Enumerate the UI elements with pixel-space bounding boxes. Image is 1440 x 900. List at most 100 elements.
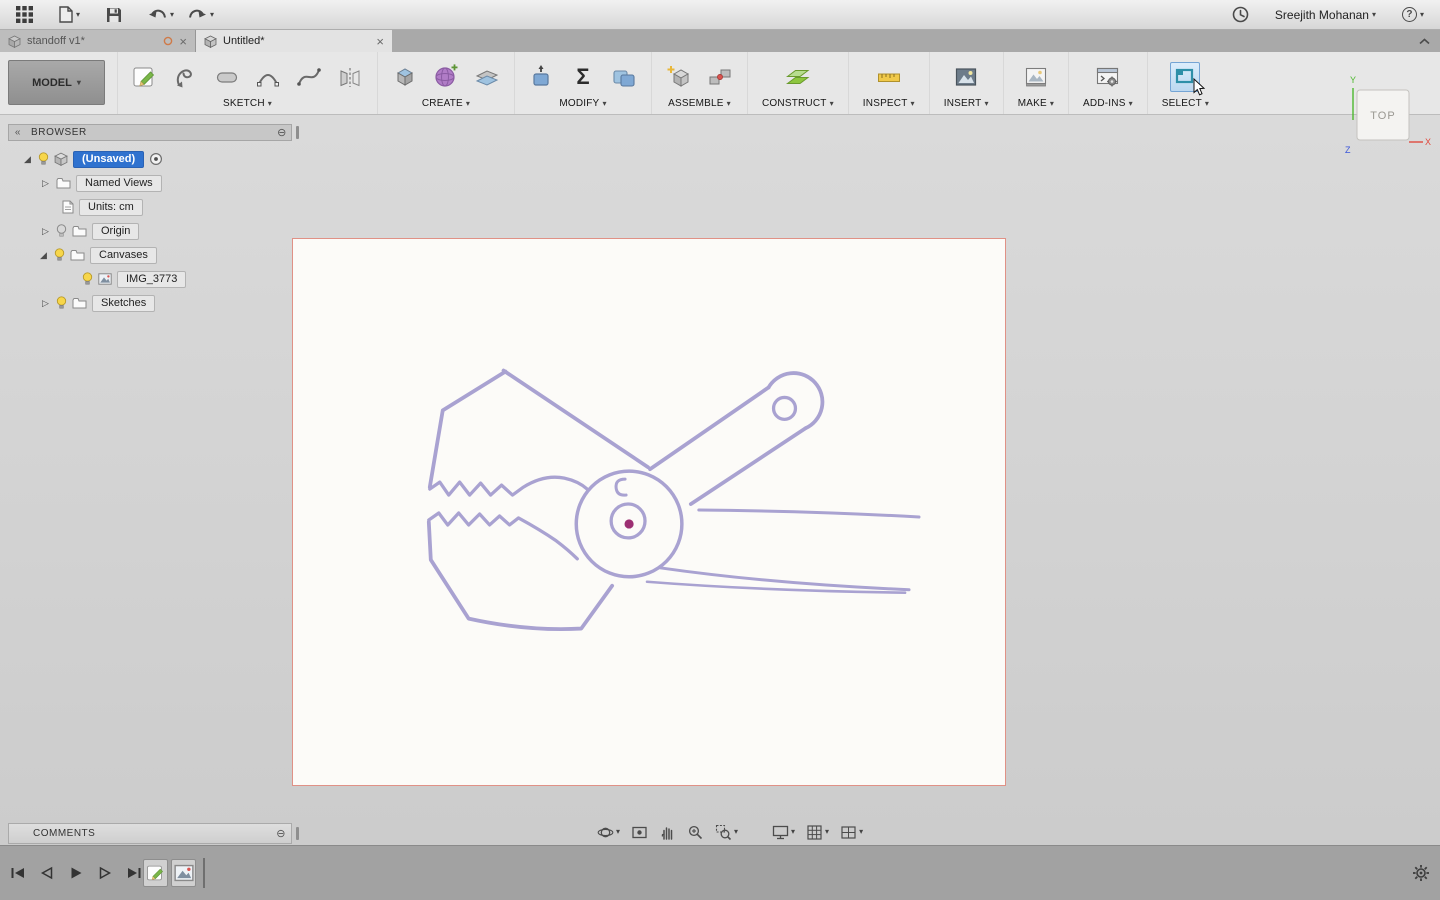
pattern-button[interactable] xyxy=(472,62,502,92)
group-dropdown-inspect[interactable]: INSPECT ▾ xyxy=(861,97,917,110)
tree-row-named-views[interactable]: ▷ Named Views xyxy=(8,171,186,195)
expander-open-icon[interactable]: ◢ xyxy=(38,250,49,261)
tab-standoff-v1[interactable]: standoff v1* × xyxy=(0,30,196,52)
tree-row-sketches[interactable]: ▷ Sketches xyxy=(8,291,186,315)
circle-minus-icon[interactable]: ⊖ xyxy=(273,126,291,139)
comments-scrollbar[interactable] xyxy=(296,827,299,840)
pan-button[interactable] xyxy=(658,823,677,842)
timeline-playhead[interactable] xyxy=(203,858,205,888)
tree-item-unsaved[interactable]: (Unsaved) xyxy=(73,150,145,168)
arc-icon xyxy=(257,74,279,87)
tree-item-origin[interactable]: Origin xyxy=(92,222,140,240)
undo-button[interactable]: ▾ xyxy=(144,6,178,24)
group-dropdown-construct[interactable]: CONSTRUCT ▾ xyxy=(760,97,836,110)
tree-row-canvases[interactable]: ◢ Canvases xyxy=(8,243,186,267)
play-button[interactable] xyxy=(66,863,86,883)
collapse-browser-icon[interactable]: « xyxy=(9,127,27,138)
expander-closed-icon[interactable]: ▷ xyxy=(40,226,51,237)
browser-scrollbar[interactable] xyxy=(296,126,299,139)
collapse-toolbar-button[interactable] xyxy=(1409,30,1440,52)
group-dropdown-addins[interactable]: ADD-INS ▾ xyxy=(1081,97,1135,110)
zoom-window-button[interactable]: ▾ xyxy=(714,823,739,842)
spline-button[interactable] xyxy=(294,62,324,92)
group-dropdown-assemble[interactable]: ASSEMBLE ▾ xyxy=(666,97,733,110)
expander-closed-icon[interactable]: ▷ xyxy=(40,298,51,309)
measure-button[interactable] xyxy=(874,62,904,92)
scripts-addins-button[interactable] xyxy=(1093,62,1123,92)
timeline-item-canvas[interactable] xyxy=(171,859,196,887)
tree-row-units[interactable]: Units: cm xyxy=(8,195,186,219)
save-button[interactable] xyxy=(102,5,126,25)
close-icon[interactable]: × xyxy=(179,35,187,48)
create-sketch-button[interactable] xyxy=(130,62,160,92)
tree-row-origin[interactable]: ▷ Origin xyxy=(8,219,186,243)
group-dropdown-modify[interactable]: MODIFY ▾ xyxy=(557,97,608,110)
tree-item-sketches[interactable]: Sketches xyxy=(92,294,156,312)
new-component-button[interactable] xyxy=(664,62,694,92)
tree-item-named-views[interactable]: Named Views xyxy=(76,174,162,192)
group-dropdown-make[interactable]: MAKE ▾ xyxy=(1016,97,1056,110)
tree-item-canvases[interactable]: Canvases xyxy=(90,246,157,264)
viewports-button[interactable]: ▾ xyxy=(839,823,864,842)
group-dropdown-insert[interactable]: INSERT ▾ xyxy=(942,97,991,110)
slot-button[interactable] xyxy=(212,62,242,92)
select-tool-button[interactable] xyxy=(1170,62,1206,96)
circle-minus-icon[interactable]: ⊖ xyxy=(271,827,291,840)
help-menu-button[interactable]: ? ▾ xyxy=(1398,5,1428,24)
tree-row-root[interactable]: ◢ (Unsaved) xyxy=(8,147,186,171)
joint-button[interactable] xyxy=(705,62,735,92)
mirror-button[interactable] xyxy=(335,62,365,92)
toolbar-group-inspect: INSPECT ▾ xyxy=(847,52,929,114)
group-dropdown-select[interactable]: SELECT ▾ xyxy=(1160,97,1211,110)
visibility-bulb-icon[interactable] xyxy=(56,296,67,310)
go-to-end-button[interactable] xyxy=(124,863,144,883)
create-form-button[interactable] xyxy=(431,62,461,92)
group-dropdown-sketch[interactable]: SKETCH ▾ xyxy=(221,97,274,110)
visibility-bulb-icon[interactable] xyxy=(38,152,49,166)
tree-item-units[interactable]: Units: cm xyxy=(79,198,143,216)
look-at-button[interactable] xyxy=(630,823,649,842)
attached-canvas-button[interactable] xyxy=(951,62,981,92)
user-menu-button[interactable]: Sreejith Mohanan ▾ xyxy=(1271,6,1380,24)
visibility-bulb-icon[interactable] xyxy=(56,224,67,238)
combine-button[interactable] xyxy=(609,62,639,92)
expander-closed-icon[interactable]: ▷ xyxy=(40,178,51,189)
app-grid-button[interactable] xyxy=(12,4,37,25)
step-forward-button[interactable] xyxy=(95,863,115,883)
step-back-button[interactable] xyxy=(37,863,57,883)
group-dropdown-create[interactable]: CREATE ▾ xyxy=(420,97,472,110)
close-icon[interactable]: × xyxy=(376,35,384,48)
extrude-button[interactable] xyxy=(390,62,420,92)
3d-print-button[interactable] xyxy=(1021,62,1051,92)
comments-panel-header[interactable]: COMMENTS ⊖ xyxy=(8,823,292,844)
sketch-head-topright xyxy=(501,368,650,470)
tree-item-img-3773[interactable]: IMG_3773 xyxy=(117,270,187,288)
timeline-settings-button[interactable] xyxy=(1412,864,1430,885)
sketch-origin-dot[interactable] xyxy=(624,519,634,529)
tab-untitled[interactable]: Untitled* × xyxy=(196,30,392,52)
expander-open-icon[interactable]: ◢ xyxy=(22,154,33,165)
canvas-image-img-3773[interactable] xyxy=(292,238,1006,786)
visibility-bulb-icon[interactable] xyxy=(54,248,65,262)
zoom-button[interactable] xyxy=(686,823,705,842)
orbit-button[interactable]: ▾ xyxy=(596,823,621,842)
viewcube[interactable]: TOP Y X Z xyxy=(1341,74,1433,158)
project-include-button[interactable] xyxy=(171,62,201,92)
tree-row-img-3773[interactable]: IMG_3773 xyxy=(8,267,187,291)
press-pull-button[interactable] xyxy=(527,62,557,92)
grid-layout-button[interactable]: ▾ xyxy=(805,823,830,842)
display-settings-button[interactable]: ▾ xyxy=(771,823,796,842)
workspace-selector[interactable]: MODEL ▾ xyxy=(8,60,105,105)
visibility-bulb-icon[interactable] xyxy=(82,272,93,286)
redo-button[interactable]: ▾ xyxy=(184,6,218,24)
parameters-button[interactable]: Σ xyxy=(568,62,598,92)
timeline-item-sketch[interactable] xyxy=(143,859,168,887)
go-to-start-button[interactable] xyxy=(8,863,28,883)
file-menu-button[interactable]: ▾ xyxy=(55,4,84,25)
version-history-button[interactable] xyxy=(1228,4,1253,25)
arc-button[interactable] xyxy=(253,62,283,92)
construction-plane-button[interactable] xyxy=(783,62,813,92)
activate-radio-icon[interactable] xyxy=(149,152,163,166)
design-viewport[interactable]: « BROWSER ⊖ ◢ (Unsaved) ▷ Named Views Un… xyxy=(0,115,1440,845)
caret-down-icon: ▾ xyxy=(859,827,864,836)
